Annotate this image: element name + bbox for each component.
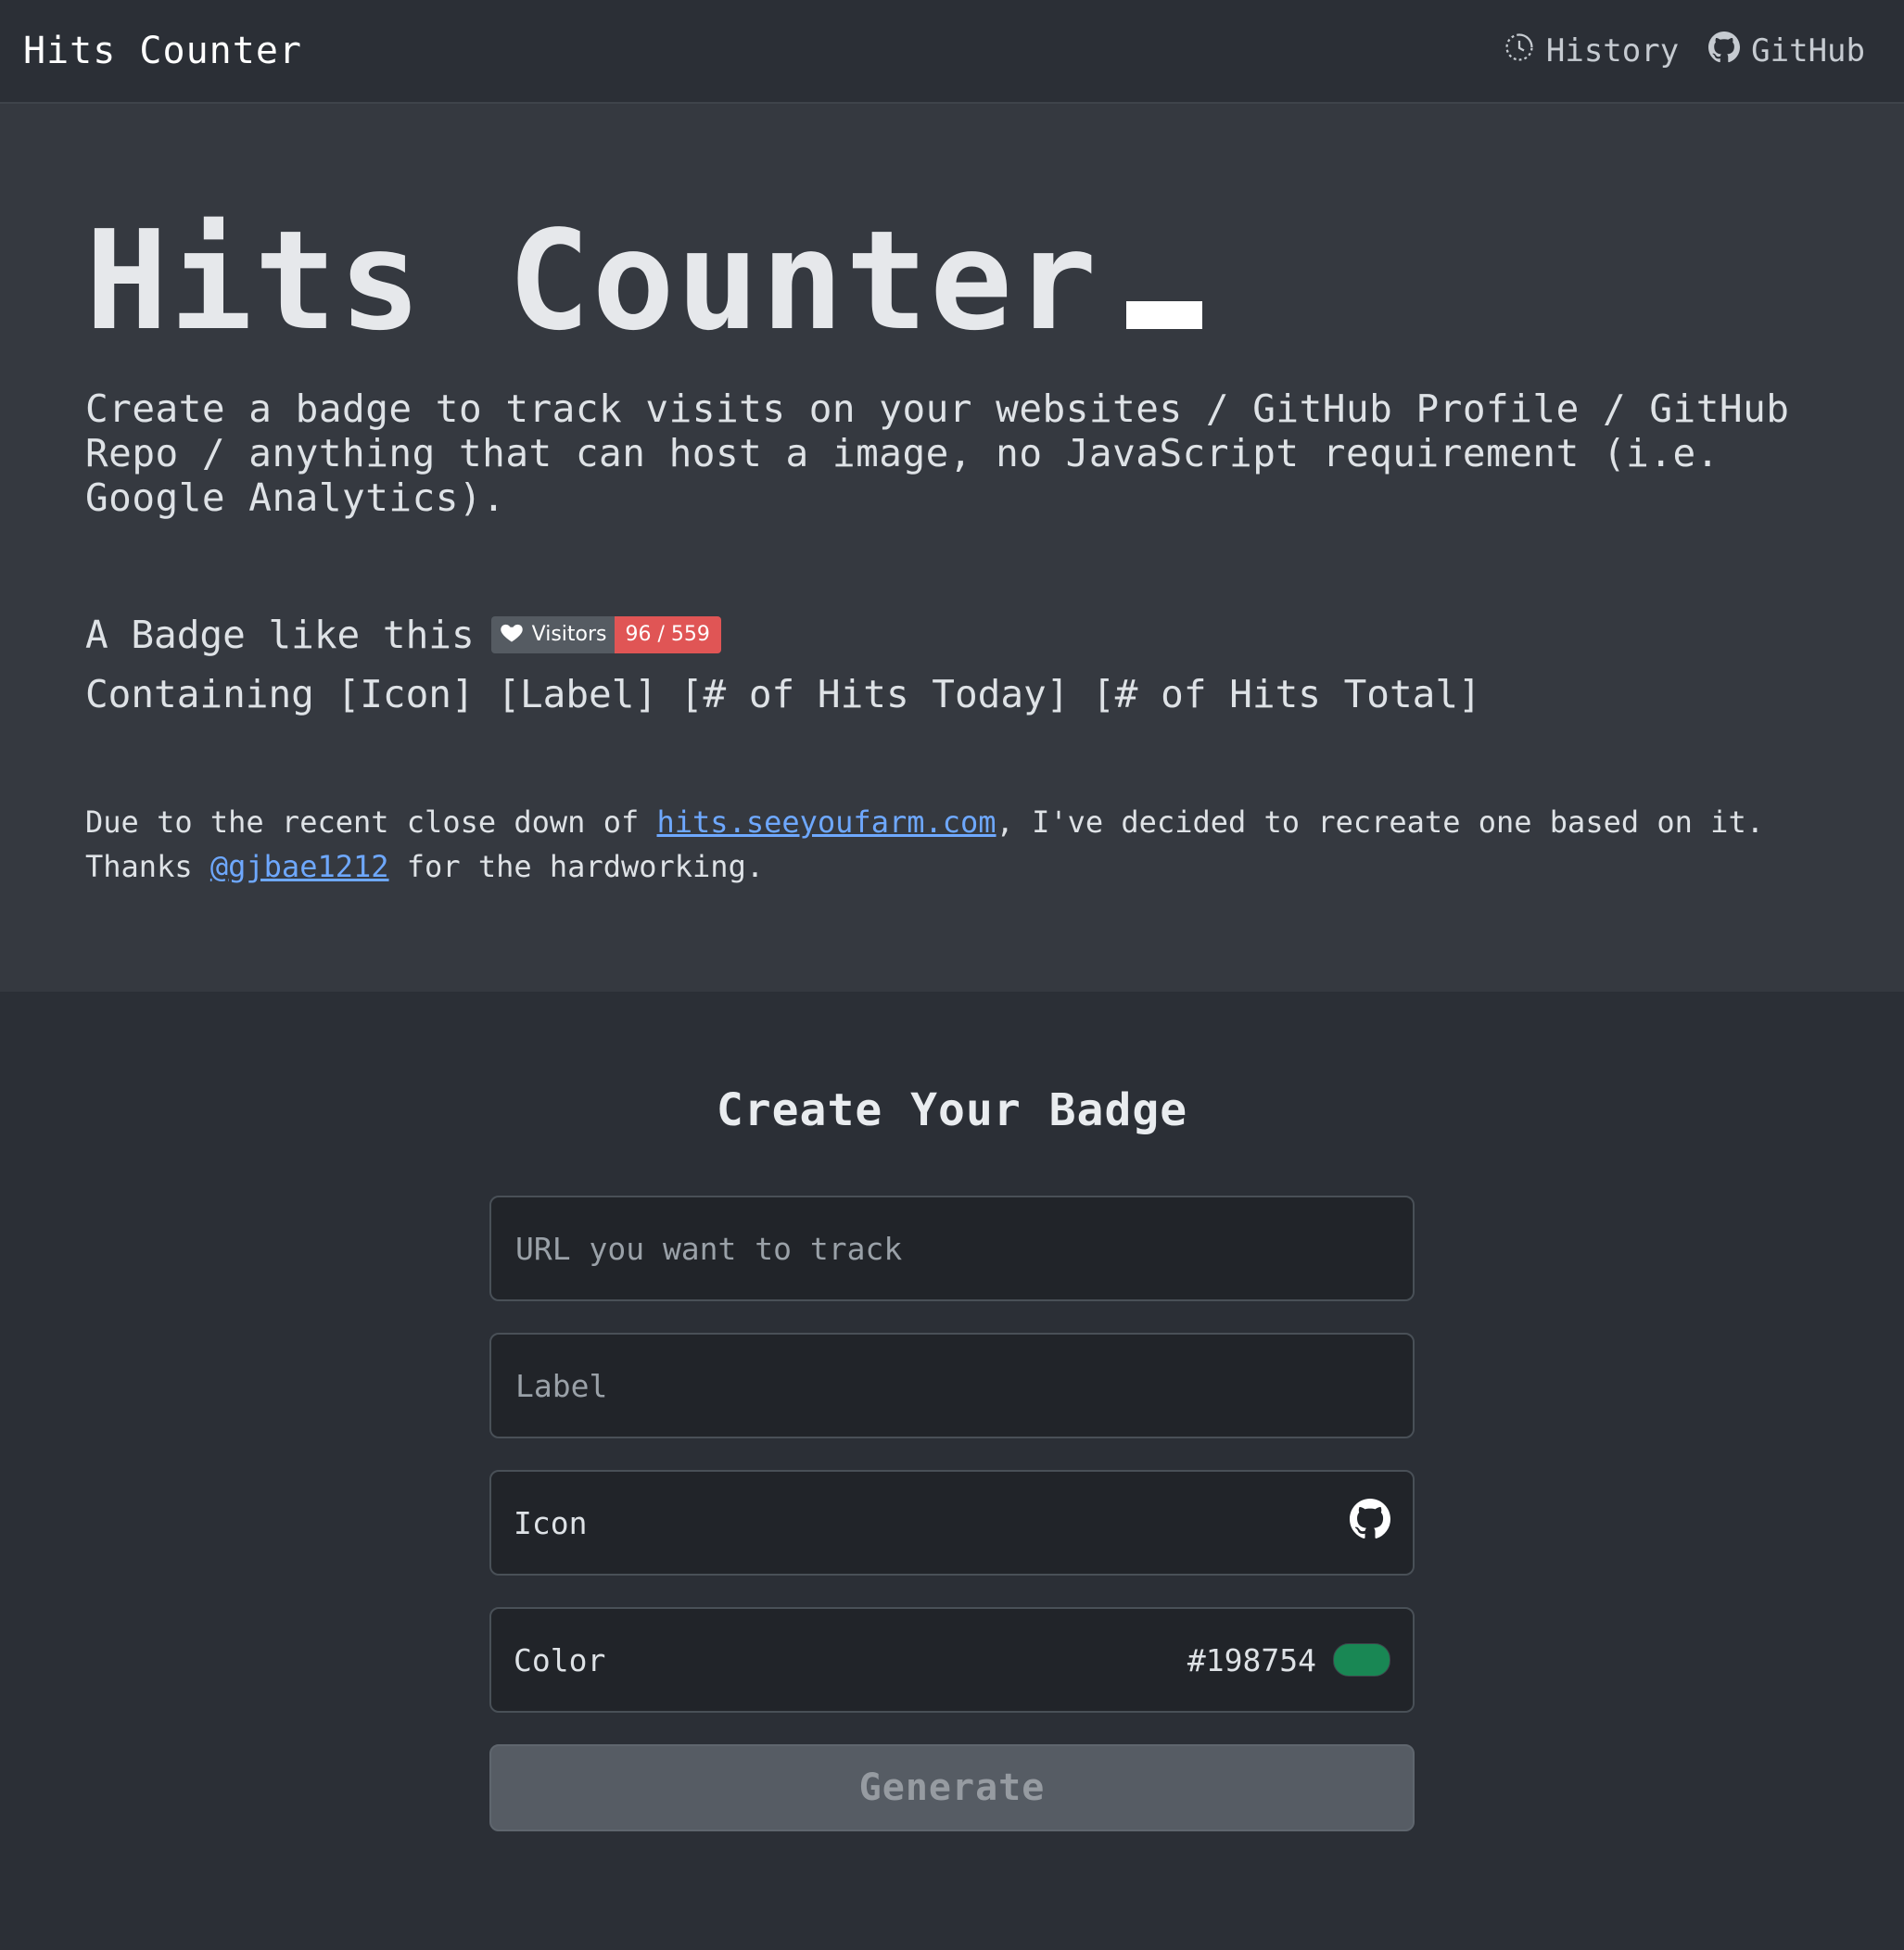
- nav-history-link[interactable]: History: [1504, 32, 1679, 71]
- color-picker-label: Color: [514, 1641, 606, 1678]
- nav-history-label: History: [1545, 32, 1680, 70]
- url-input[interactable]: [514, 1229, 1390, 1268]
- color-hex-value: #198754: [1187, 1641, 1316, 1678]
- create-title: Create Your Badge: [716, 1084, 1188, 1136]
- author-link[interactable]: @gjbae1212: [210, 849, 389, 884]
- label-input[interactable]: [514, 1366, 1390, 1405]
- nav-github-label: GitHub: [1751, 32, 1865, 70]
- note-thanks-prefix: Thanks: [85, 848, 210, 884]
- credit-note: Due to the recent close down of hits.see…: [85, 800, 1819, 889]
- navbar: Hits Counter History GitHub: [0, 0, 1904, 104]
- hero-title: Hits Counter: [85, 206, 1819, 357]
- generate-button[interactable]: Generate: [489, 1744, 1415, 1831]
- color-picker[interactable]: Color #198754: [489, 1607, 1415, 1713]
- nav-links: History GitHub: [1504, 31, 1865, 71]
- badge-intro: A Badge like this: [85, 612, 475, 657]
- url-field[interactable]: [489, 1196, 1415, 1301]
- badge-containing-description: Containing [Icon] [Label] [# of Hits Tod…: [85, 671, 1481, 716]
- history-icon: [1504, 32, 1535, 71]
- github-icon: [1350, 1499, 1390, 1547]
- create-badge-section: Create Your Badge Icon Color #198754 Gen…: [0, 992, 1904, 1948]
- color-swatch[interactable]: [1333, 1643, 1390, 1677]
- brand-title[interactable]: Hits Counter: [23, 30, 302, 72]
- note-suffix: for the hardworking.: [388, 848, 765, 884]
- hero-lead: Create a badge to track visits on your w…: [85, 386, 1790, 520]
- badge-example-line: A Badge like this Visitors 96 / 559: [85, 613, 1819, 657]
- example-badge: Visitors 96 / 559: [490, 615, 721, 653]
- note-middle: , I've decided to recreate one based on …: [996, 804, 1764, 840]
- hero-title-text: Hits Counter: [85, 201, 1099, 361]
- badge-value: 96 / 559: [614, 615, 721, 653]
- icon-select[interactable]: Icon: [489, 1470, 1415, 1576]
- badge-label: Visitors: [531, 623, 607, 647]
- nav-github-link[interactable]: GitHub: [1708, 31, 1865, 71]
- seeyoufarm-link[interactable]: hits.seeyoufarm.com: [657, 804, 996, 840]
- github-icon: [1708, 31, 1741, 71]
- label-field[interactable]: [489, 1333, 1415, 1438]
- heart-icon: [499, 619, 525, 651]
- icon-select-label: Icon: [514, 1504, 588, 1541]
- typing-cursor: [1126, 300, 1203, 329]
- note-prefix: Due to the recent close down of: [85, 804, 657, 840]
- badge-left: Visitors: [490, 615, 615, 653]
- hero-section: Hits Counter Create a badge to track vis…: [0, 104, 1904, 992]
